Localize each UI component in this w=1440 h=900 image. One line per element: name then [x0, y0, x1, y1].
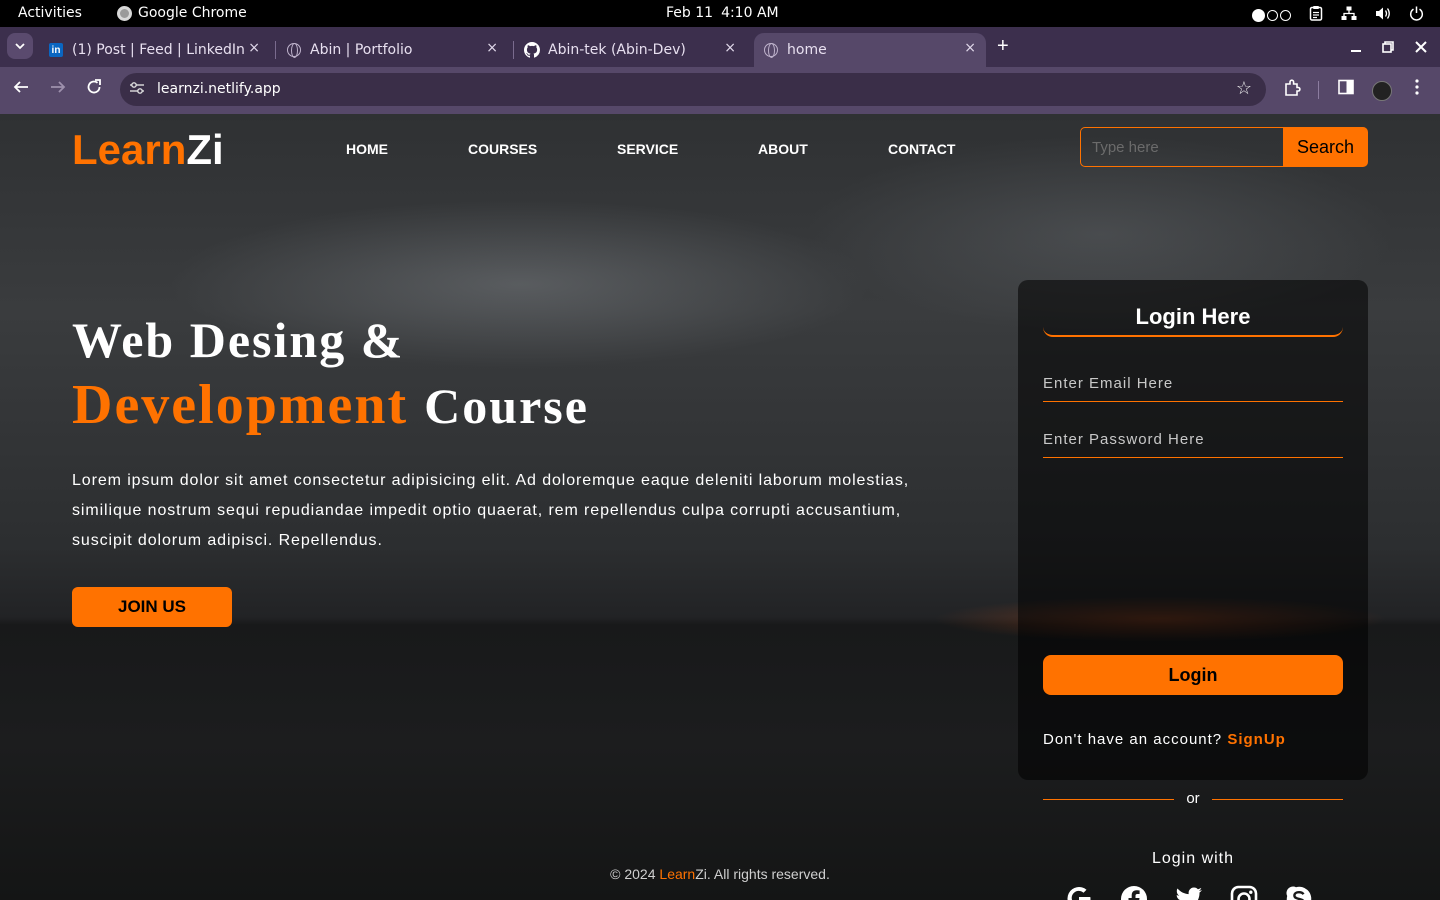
close-tab-icon[interactable]: ×	[486, 40, 498, 56]
skype-icon[interactable]	[1284, 884, 1314, 900]
restore-icon[interactable]	[1382, 40, 1394, 56]
signup-link[interactable]: SignUp	[1227, 731, 1286, 748]
tab-search-button[interactable]	[7, 33, 33, 59]
tab-separator	[275, 41, 276, 59]
signup-prompt-text: Don't have an account?	[1043, 731, 1223, 748]
globe-icon	[763, 42, 779, 58]
logo-zi: Zi	[186, 126, 224, 173]
globe-icon	[286, 42, 302, 58]
twitter-icon[interactable]	[1174, 884, 1204, 900]
login-button[interactable]: Login	[1043, 655, 1343, 695]
facebook-icon[interactable]	[1119, 884, 1149, 900]
toolbar-divider	[1318, 81, 1319, 99]
minimize-icon[interactable]	[1350, 39, 1362, 55]
search-button[interactable]: Search	[1283, 127, 1368, 167]
login-title: Login Here	[1043, 294, 1343, 337]
site-info-icon[interactable]	[129, 81, 146, 98]
browser-toolbar: learnzi.netlify.app ☆	[0, 67, 1440, 114]
footer-suffix: . All rights reserved.	[706, 866, 830, 882]
extensions-icon[interactable]	[1283, 79, 1301, 102]
footer-brand-learn: Learn	[659, 866, 696, 882]
clock[interactable]: Feb 11 4:10 AM	[666, 5, 787, 21]
profile-avatar[interactable]	[1372, 81, 1392, 101]
login-form: Login Here Login Don't have an account? …	[1018, 280, 1368, 900]
email-field[interactable]	[1043, 366, 1343, 402]
linkedin-icon: in	[48, 42, 64, 58]
reload-icon[interactable]	[86, 79, 102, 100]
tab-github[interactable]: Abin-tek (Abin-Dev) ×	[524, 33, 746, 67]
hero-title-highlight: Development	[72, 374, 409, 436]
instagram-icon[interactable]	[1229, 884, 1259, 900]
nav-courses[interactable]: COURSES	[468, 141, 537, 157]
clock-time: 4:10 AM	[721, 5, 779, 21]
close-tab-icon[interactable]: ×	[964, 40, 976, 56]
network-icon[interactable]	[1341, 6, 1357, 25]
nav-home[interactable]: HOME	[346, 141, 388, 157]
tab-title: Abin-tek (Abin-Dev)	[548, 42, 686, 58]
url-text[interactable]: learnzi.netlify.app	[157, 81, 281, 97]
clipboard-icon[interactable]	[1309, 5, 1323, 25]
nav-about[interactable]: ABOUT	[758, 141, 808, 157]
app-name: Google Chrome	[138, 5, 247, 21]
or-divider: or	[1043, 790, 1343, 810]
tab-title: Abin | Portfolio	[310, 42, 413, 58]
workspace-indicator-icon[interactable]	[1252, 8, 1291, 22]
hero-title-course: Course	[424, 378, 589, 434]
system-top-bar: Activities Google Chrome Feb 11 4:10 AM	[0, 0, 1440, 27]
join-us-button[interactable]: JOIN US	[72, 587, 232, 627]
nav-contact[interactable]: CONTACT	[888, 141, 955, 157]
close-tab-icon[interactable]: ×	[724, 40, 736, 56]
back-icon[interactable]	[13, 79, 29, 100]
learnzi-page: LearnZi HOME COURSES SERVICE ABOUT CONTA…	[0, 114, 1440, 900]
new-tab-button[interactable]: +	[997, 35, 1009, 58]
address-bar[interactable]: learnzi.netlify.app ☆	[120, 73, 1266, 106]
system-tray[interactable]	[1252, 5, 1424, 25]
tab-home[interactable]: home ×	[754, 33, 986, 67]
close-window-icon[interactable]	[1415, 40, 1427, 56]
tab-linkedin[interactable]: in (1) Post | Feed | LinkedIn ×	[48, 33, 270, 67]
google-icon[interactable]	[1064, 884, 1094, 900]
hero-title-line1: Web Desing &	[72, 312, 405, 368]
close-tab-icon[interactable]: ×	[248, 40, 260, 56]
search-input[interactable]	[1080, 127, 1283, 167]
divider-line	[1212, 799, 1343, 800]
activities-button[interactable]: Activities	[18, 5, 82, 21]
tab-portfolio[interactable]: Abin | Portfolio ×	[286, 33, 508, 67]
site-logo[interactable]: LearnZi	[72, 126, 224, 174]
hero-title-line2: Development Course	[72, 370, 589, 441]
tab-title: home	[787, 42, 827, 58]
signup-prompt: Don't have an account? SignUp	[1043, 731, 1286, 748]
footer-prefix: © 2024	[610, 866, 656, 882]
browser-tab-strip: in (1) Post | Feed | LinkedIn × Abin | P…	[0, 27, 1440, 67]
power-icon[interactable]	[1409, 6, 1424, 25]
nav-service[interactable]: SERVICE	[617, 141, 678, 157]
password-field[interactable]	[1043, 422, 1343, 458]
more-menu-icon[interactable]	[1414, 79, 1420, 100]
side-panel-icon[interactable]	[1338, 79, 1354, 100]
app-menu[interactable]: Google Chrome	[117, 5, 247, 21]
bookmark-star-icon[interactable]: ☆	[1236, 78, 1252, 99]
volume-icon[interactable]	[1375, 6, 1391, 25]
tab-title: (1) Post | Feed | LinkedIn	[72, 42, 245, 58]
clock-date: Feb 11	[666, 5, 714, 21]
tab-separator	[513, 41, 514, 59]
chevron-down-icon	[15, 42, 25, 49]
hero-description: Lorem ipsum dolor sit amet consectetur a…	[72, 472, 910, 549]
chrome-icon	[117, 5, 132, 21]
footer-brand-zi: Zi	[695, 866, 707, 882]
github-icon	[524, 42, 540, 58]
forward-icon[interactable]	[50, 79, 66, 100]
logo-learn: Learn	[72, 126, 187, 173]
footer-copyright: © 2024 LearnZi. All rights reserved.	[0, 866, 1440, 882]
hero-title: Web Desing & Development Course	[72, 310, 589, 441]
